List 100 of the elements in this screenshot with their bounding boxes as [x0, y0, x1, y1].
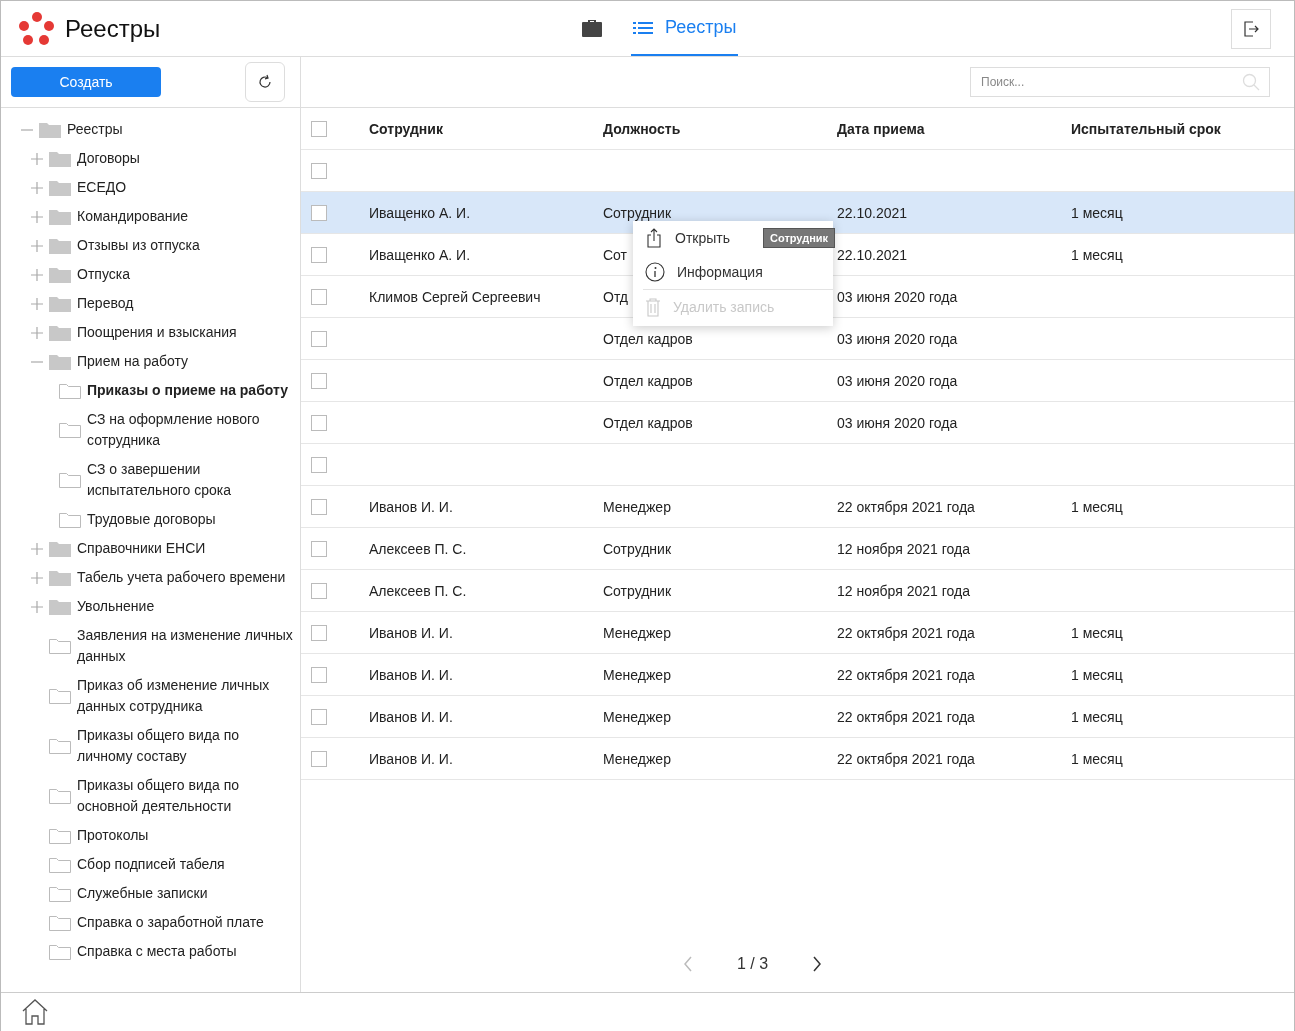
checkbox[interactable]: [311, 456, 327, 473]
refresh-button[interactable]: [245, 62, 285, 102]
tree-item[interactable]: Командирование: [1, 202, 300, 231]
create-button[interactable]: Создать: [11, 67, 161, 97]
expand-icon[interactable]: [30, 151, 44, 166]
table-cell-text: Отдел кадров: [603, 330, 694, 347]
table-row[interactable]: Иванов И. И. Менеджер 22 октября 2021 года 1 месяц: [301, 612, 1294, 654]
table-cell-text: Иванов И. И.: [369, 624, 454, 641]
tree-item[interactable]: СЗ на оформление нового сотрудника: [1, 405, 300, 455]
tree-item[interactable]: Сбор подписей табеля: [1, 850, 300, 879]
column-header: Дата приема: [837, 120, 926, 137]
expand-icon[interactable]: [30, 541, 44, 556]
table-cell-text: 22 октября 2021 года: [837, 666, 976, 683]
folder-icon: [49, 295, 71, 312]
checkbox[interactable]: [311, 540, 327, 557]
tree-item[interactable]: Справка с места работы: [1, 937, 300, 966]
tree-item[interactable]: Реестры: [1, 115, 300, 144]
checkbox[interactable]: [311, 666, 327, 683]
table-cell-text: Иванов И. И.: [369, 498, 454, 515]
tree-item[interactable]: Трудовые договоры: [1, 505, 300, 534]
folder-icon: [49, 266, 71, 283]
checkbox[interactable]: [311, 372, 327, 389]
table-cell-text: 03 июня 2020 года: [837, 330, 959, 347]
tree-item[interactable]: Приказы общего вида по личному составу: [1, 721, 300, 771]
checkbox[interactable]: [311, 708, 327, 725]
expand-icon[interactable]: [30, 325, 44, 340]
table-row[interactable]: Иващенко А. И. Сотрудник 22.10.2021 1 месяц: [301, 192, 1294, 234]
table-cell-text: 03 июня 2020 года: [837, 414, 959, 431]
checkbox[interactable]: [311, 162, 327, 179]
tree-item[interactable]: СЗ о завершении испытательного срока: [1, 455, 300, 505]
tree-item[interactable]: Приказы общего вида по основной деятельности: [1, 771, 300, 821]
table-row[interactable]: Иванов И. И. Менеджер 22 октября 2021 года 1 месяц: [301, 738, 1294, 780]
logout-icon: [1242, 19, 1260, 38]
table-cell-text: 1 месяц: [1071, 750, 1124, 767]
expand-icon[interactable]: [30, 296, 44, 311]
table-row[interactable]: Иванов И. И. Менеджер 22 октября 2021 года 1 месяц: [301, 696, 1294, 738]
table-cell-text: Алексеев П. С.: [369, 582, 468, 599]
checkbox[interactable]: [311, 624, 327, 641]
checkbox[interactable]: [311, 120, 327, 137]
tree-item[interactable]: Поощрения и взыскания: [1, 318, 300, 347]
folder-icon: [39, 121, 61, 138]
column-header: Сотрудник: [369, 120, 444, 137]
expand-icon[interactable]: [30, 267, 44, 282]
table-cell-text: 1 месяц: [1071, 624, 1124, 641]
expand-icon[interactable]: [30, 570, 44, 585]
tree-item[interactable]: Табель учета рабочего времени: [1, 563, 300, 592]
folder-icon: [49, 943, 71, 960]
checkbox[interactable]: [311, 414, 327, 431]
tree-item[interactable]: Отзывы из отпуска: [1, 231, 300, 260]
folder-icon: [49, 324, 71, 341]
table-cell-text: 12 ноября 2021 года: [837, 582, 971, 599]
tree-item[interactable]: Справочники ЕНСИ: [1, 534, 300, 563]
table-cell-text: Отд: [603, 288, 629, 305]
table-cell-text: Сот: [603, 246, 628, 263]
tree-item[interactable]: Справка о заработной плате: [1, 908, 300, 937]
expand-icon[interactable]: [30, 180, 44, 195]
checkbox[interactable]: [311, 750, 327, 767]
table-row[interactable]: Иванов И. И. Менеджер 22 октября 2021 года 1 месяц: [301, 654, 1294, 696]
tree-item[interactable]: Служебные записки: [1, 879, 300, 908]
folder-icon: [49, 638, 71, 654]
checkbox[interactable]: [311, 288, 327, 305]
table-cell-text: Менеджер: [603, 708, 672, 725]
tree-item[interactable]: Перевод: [1, 289, 300, 318]
folder-icon: [49, 569, 71, 586]
table-cell-text: 1 месяц: [1071, 246, 1124, 263]
table-cell-text: 03 июня 2020 года: [837, 288, 959, 305]
checkbox[interactable]: [311, 582, 327, 599]
tree-item[interactable]: Увольнение: [1, 592, 300, 621]
tree-item[interactable]: Приказы о приеме на работу: [1, 376, 300, 405]
checkbox[interactable]: [311, 330, 327, 347]
table-row[interactable]: Алексеев П. С. Сотрудник 12 ноября 2021 года: [301, 528, 1294, 570]
search-field[interactable]: Поиск...: [970, 67, 1270, 97]
table-row[interactable]: Иванов И. И. Менеджер 22 октября 2021 года 1 месяц: [301, 486, 1294, 528]
briefcase-icon: [581, 17, 603, 38]
checkbox[interactable]: [311, 246, 327, 263]
tree-item[interactable]: Заявления на изменение личных данных: [1, 621, 300, 671]
nav-tab[interactable]: Реестры: [631, 1, 739, 56]
table-cell-text: Иващенко А. И.: [369, 204, 472, 221]
expand-icon[interactable]: [30, 599, 44, 614]
expand-icon[interactable]: [30, 209, 44, 224]
table-cell-text: Иванов И. И.: [369, 708, 454, 725]
tree-item[interactable]: Протоколы: [1, 821, 300, 850]
table-row[interactable]: Алексеев П. С. Сотрудник 12 ноября 2021 года: [301, 570, 1294, 612]
expand-icon[interactable]: [30, 238, 44, 253]
tree-item[interactable]: Договоры: [1, 144, 300, 173]
table-row[interactable]: Отдел кадров 03 июня 2020 года: [301, 360, 1294, 402]
table-row[interactable]: Отдел кадров 03 июня 2020 года: [301, 402, 1294, 444]
logout-button[interactable]: [1231, 8, 1271, 49]
column-header: Испытательный срок: [1071, 120, 1222, 137]
folder-icon: [49, 914, 71, 931]
checkbox[interactable]: [311, 498, 327, 515]
tree-item[interactable]: Приказ об изменение личных данных сотрудника: [1, 671, 300, 721]
tree-item[interactable]: ЕСЕДО: [1, 173, 300, 202]
folder-icon: [59, 472, 81, 488]
tree-item[interactable]: Отпуска: [1, 260, 300, 289]
menu-item[interactable]: Информация: [633, 255, 833, 289]
checkbox[interactable]: [311, 204, 327, 221]
home-button[interactable]: [21, 998, 49, 1026]
tree-item[interactable]: Прием на работу: [1, 347, 300, 376]
folder-icon: [49, 827, 71, 844]
